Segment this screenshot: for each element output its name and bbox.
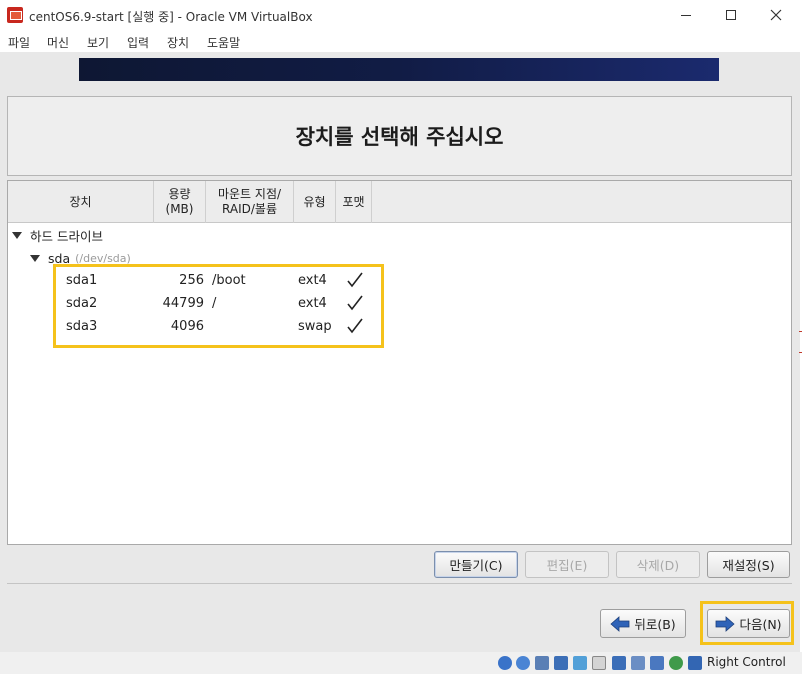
hard-disk-icon[interactable] bbox=[498, 656, 512, 670]
installer-banner bbox=[79, 58, 719, 81]
shared-folder-icon[interactable] bbox=[592, 656, 606, 670]
back-button-label: 뒤로(B) bbox=[634, 617, 676, 632]
host-key-label: Right Control bbox=[707, 655, 786, 669]
close-button[interactable] bbox=[756, 4, 796, 26]
partition-table: 장치 용량 (MB) 마운트 지점/ RAID/볼륨 유형 포맷 하드 드라이브… bbox=[7, 180, 792, 545]
menu-help[interactable]: 도움말 bbox=[207, 34, 240, 51]
edit-button[interactable]: 편집(E) bbox=[525, 551, 609, 578]
column-header-device[interactable]: 장치 bbox=[8, 181, 154, 223]
reset-button[interactable]: 재설정(S) bbox=[707, 551, 790, 578]
window-title: centOS6.9-start [실행 중] - Oracle VM Virtu… bbox=[29, 10, 313, 24]
expander-icon[interactable] bbox=[30, 254, 40, 262]
back-button[interactable]: 뒤로(B) bbox=[600, 609, 686, 638]
highlight-box-next bbox=[700, 601, 794, 645]
guest-display[interactable]: 장치를 선택해 주십시오 장치 용량 (MB) 마운트 지점/ RAID/볼륨 … bbox=[0, 52, 802, 652]
header-panel: 장치를 선택해 주십시오 bbox=[7, 96, 792, 176]
menu-devices[interactable]: 장치 bbox=[167, 34, 189, 51]
virtualization-icon[interactable] bbox=[650, 656, 664, 670]
maximize-icon bbox=[726, 10, 736, 20]
tree-row-hard-drives[interactable]: 하드 드라이브 bbox=[12, 224, 103, 246]
optical-drive-icon[interactable] bbox=[516, 656, 530, 670]
minimize-icon bbox=[681, 14, 691, 16]
column-header-format[interactable]: 포맷 bbox=[336, 181, 372, 223]
virtualbox-icon bbox=[7, 7, 23, 23]
menu-file[interactable]: 파일 bbox=[8, 34, 30, 51]
keyboard-capture-icon[interactable] bbox=[688, 656, 702, 670]
minimize-button[interactable] bbox=[666, 4, 706, 26]
menu-machine[interactable]: 머신 bbox=[47, 34, 69, 51]
audio-icon[interactable] bbox=[535, 656, 549, 670]
cpu-icon[interactable] bbox=[669, 656, 683, 670]
network-icon[interactable] bbox=[554, 656, 568, 670]
disk-path: (/dev/sda) bbox=[75, 251, 131, 265]
column-header-type[interactable]: 유형 bbox=[294, 181, 336, 223]
table-header: 장치 용량 (MB) 마운트 지점/ RAID/볼륨 유형 포맷 bbox=[8, 181, 791, 223]
maximize-button[interactable] bbox=[711, 4, 751, 26]
divider bbox=[7, 583, 792, 584]
status-bar: Right Control bbox=[0, 652, 802, 674]
column-header-mount[interactable]: 마운트 지점/ RAID/볼륨 bbox=[206, 181, 294, 223]
close-icon bbox=[770, 9, 782, 21]
menu-input[interactable]: 입력 bbox=[127, 34, 149, 51]
display-icon[interactable] bbox=[612, 656, 626, 670]
window-titlebar: centOS6.9-start [실행 중] - Oracle VM Virtu… bbox=[0, 0, 802, 31]
menu-view[interactable]: 보기 bbox=[87, 34, 109, 51]
recording-icon[interactable] bbox=[631, 656, 645, 670]
create-button[interactable]: 만들기(C) bbox=[434, 551, 518, 578]
arrow-left-icon bbox=[610, 615, 630, 632]
expander-icon[interactable] bbox=[12, 231, 22, 239]
tree-label-hard-drives: 하드 드라이브 bbox=[30, 228, 103, 244]
delete-button[interactable]: 삭제(D) bbox=[616, 551, 700, 578]
highlight-box-partitions bbox=[53, 264, 384, 348]
column-header-size[interactable]: 용량 (MB) bbox=[154, 181, 206, 223]
menu-bar: 파일 머신 보기 입력 장치 도움말 bbox=[0, 31, 802, 52]
usb-icon[interactable] bbox=[573, 656, 587, 670]
page-title: 장치를 선택해 주십시오 bbox=[295, 125, 504, 149]
